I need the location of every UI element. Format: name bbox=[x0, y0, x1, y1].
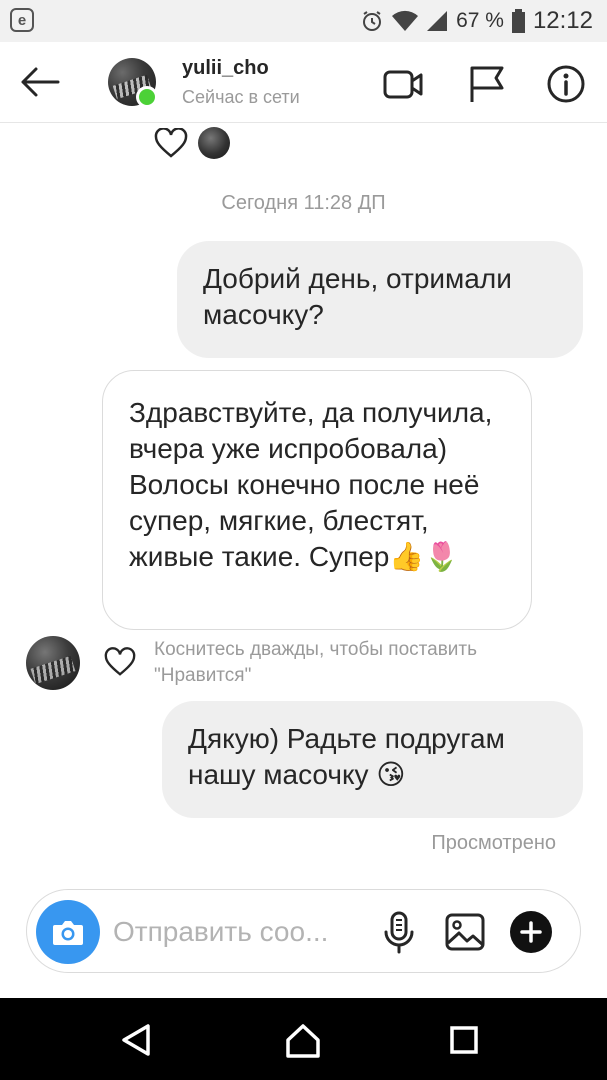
add-button[interactable] bbox=[510, 911, 552, 953]
signal-icon bbox=[427, 11, 448, 31]
image-icon[interactable] bbox=[443, 910, 487, 954]
status-bar: e 67 % 12:12 bbox=[0, 0, 607, 42]
wifi-icon bbox=[392, 10, 419, 31]
alarm-icon bbox=[363, 11, 382, 31]
battery-percent: 67 % bbox=[456, 9, 504, 32]
battery-icon bbox=[511, 9, 525, 33]
date-separator: Сегодня 11:28 ДП bbox=[221, 192, 386, 214]
camera-icon bbox=[53, 921, 83, 945]
contact-status: Сейчас в сети bbox=[182, 87, 300, 107]
video-camera-icon[interactable] bbox=[383, 64, 423, 104]
status-indicators: 67 % 12:12 bbox=[360, 6, 593, 36]
message-bubble-incoming[interactable]: Здравствуйте, да получила, вчера уже исп… bbox=[102, 370, 532, 630]
online-indicator bbox=[136, 86, 158, 108]
heart-icon[interactable] bbox=[104, 646, 136, 678]
message-bubble-outgoing[interactable]: Дякую) Радьте подругам нашу масочку 😘 bbox=[162, 701, 583, 818]
seen-status: Просмотрено bbox=[431, 832, 556, 854]
app-notification-icon: e bbox=[10, 8, 34, 32]
heart-icon[interactable] bbox=[154, 128, 188, 158]
reaction-row bbox=[154, 127, 230, 159]
microphone-icon[interactable] bbox=[379, 910, 419, 954]
chat-header: yulii_cho Сейчас в сети bbox=[0, 42, 607, 123]
camera-button[interactable] bbox=[36, 900, 100, 964]
system-navigation-bar bbox=[0, 998, 607, 1080]
plus-icon bbox=[520, 921, 542, 943]
reactor-avatar bbox=[198, 127, 230, 159]
clock: 12:12 bbox=[532, 7, 593, 34]
info-icon[interactable] bbox=[546, 64, 586, 104]
arrow-left-icon[interactable] bbox=[18, 60, 62, 104]
sender-avatar[interactable] bbox=[26, 636, 80, 690]
message-input[interactable] bbox=[113, 912, 363, 952]
message-bubble-outgoing[interactable]: Добрий день, отримали масочку? bbox=[177, 241, 583, 358]
nav-back-icon[interactable] bbox=[116, 1020, 156, 1060]
contact-username[interactable]: yulii_cho bbox=[182, 57, 269, 80]
nav-home-icon[interactable] bbox=[283, 1020, 323, 1060]
double-tap-hint: Коснитесь дважды, чтобы поставить "Нрави… bbox=[154, 639, 478, 686]
flag-icon[interactable] bbox=[466, 64, 506, 104]
contact-avatar[interactable] bbox=[108, 58, 158, 108]
nav-recent-apps-icon[interactable] bbox=[444, 1020, 484, 1060]
message-composer bbox=[26, 889, 581, 973]
